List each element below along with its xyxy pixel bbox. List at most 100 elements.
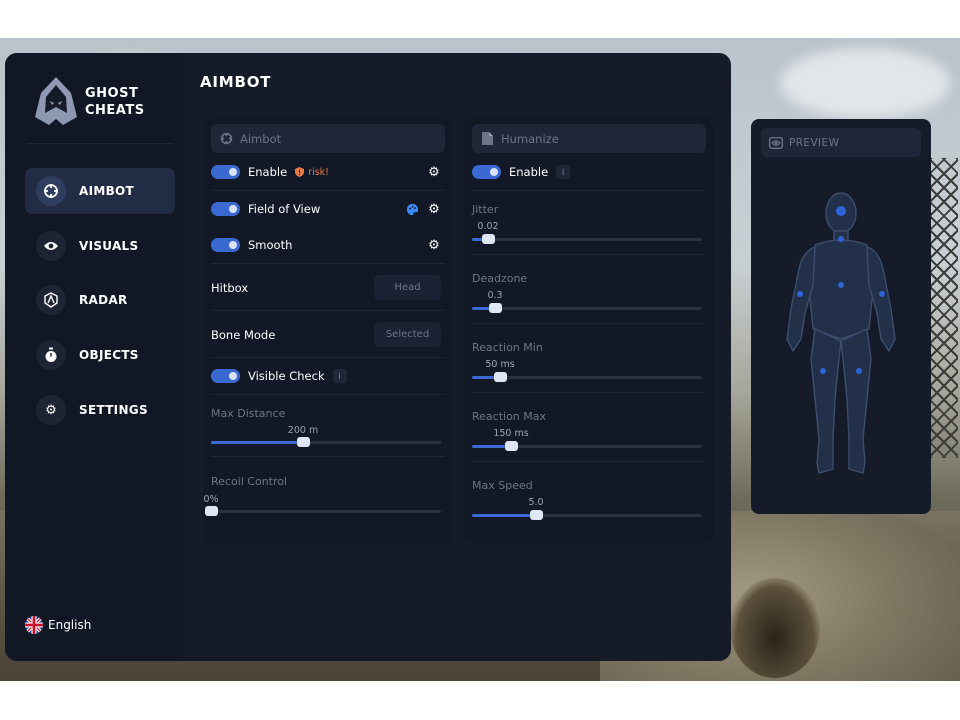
language-label: English xyxy=(48,618,92,632)
panel-title: Humanize xyxy=(501,131,559,146)
gear-icon: ⚙ xyxy=(36,395,66,425)
preview-panel: PREVIEW xyxy=(751,119,931,514)
ghost-hood-icon xyxy=(35,77,77,125)
smooth-toggle[interactable] xyxy=(211,238,240,252)
visible-check-row: Visible Check i xyxy=(211,369,445,383)
reaction-max-slider[interactable] xyxy=(472,441,702,451)
reaction-max-value: 150 ms xyxy=(493,428,529,439)
sidebar-item-label: AIMBOT xyxy=(79,184,135,198)
eye-icon xyxy=(36,231,66,261)
slider-thumb[interactable] xyxy=(297,437,310,447)
reaction-min-slider[interactable] xyxy=(472,372,702,382)
humanize-panel-header: Humanize xyxy=(472,124,706,153)
field-of-view-label: Field of View xyxy=(248,202,321,216)
row-divider xyxy=(472,190,706,191)
crosshair-icon xyxy=(219,132,233,146)
max-speed-slider[interactable] xyxy=(472,510,702,520)
panel-title: Aimbot xyxy=(240,131,282,146)
head-hitbox-point[interactable] xyxy=(836,206,846,216)
row-divider xyxy=(472,392,706,393)
max-distance-label: Max Distance xyxy=(211,407,286,420)
brand-line2: CHEATS xyxy=(85,103,145,118)
sidebar-item-objects[interactable]: OBJECTS xyxy=(25,332,175,378)
humanize-enable-row: Enable i xyxy=(472,165,706,179)
max-distance-slider[interactable] xyxy=(211,437,441,447)
slider-thumb[interactable] xyxy=(489,303,502,313)
aimbot-enable-toggle[interactable] xyxy=(211,165,240,179)
brand-logo: GHOST CHEATS xyxy=(33,75,183,131)
sidebar-item-label: RADAR xyxy=(79,293,128,307)
left-leg-hitbox-point[interactable] xyxy=(820,368,826,374)
bone-mode-label: Bone Mode xyxy=(211,327,276,342)
reaction-min-label: Reaction Min xyxy=(472,341,543,354)
risk-badge: risk! xyxy=(295,167,329,178)
fov-settings-gear-icon[interactable]: ⚙ xyxy=(427,202,441,217)
aimbot-panel-header: Aimbot xyxy=(211,124,445,153)
recoil-control-value: 0% xyxy=(203,494,219,505)
hitbox-select[interactable]: Head xyxy=(374,275,441,300)
deadzone-slider[interactable] xyxy=(472,303,702,313)
color-palette-icon[interactable] xyxy=(405,202,419,216)
slider-thumb[interactable] xyxy=(530,510,543,520)
row-divider xyxy=(211,263,445,264)
jitter-label: Jitter xyxy=(472,203,499,216)
humanize-enable-toggle[interactable] xyxy=(472,165,501,179)
row-divider xyxy=(211,357,445,358)
slider-thumb[interactable] xyxy=(205,506,218,516)
humanize-enable-label: Enable xyxy=(509,165,549,179)
document-icon xyxy=(480,132,494,146)
jitter-slider[interactable] xyxy=(472,234,702,244)
visible-check-label: Visible Check xyxy=(248,369,325,383)
brand-name: GHOST CHEATS xyxy=(85,85,145,119)
shield-warning-icon xyxy=(295,167,305,177)
sidebar-item-visuals[interactable]: VISUALS xyxy=(25,223,175,269)
right-leg-hitbox-point[interactable] xyxy=(856,368,862,374)
main-window: GHOST CHEATS AIMBOT VISUALS RADAR OBJECT… xyxy=(5,53,731,661)
enable-settings-gear-icon[interactable]: ⚙ xyxy=(427,165,441,180)
eye-frame-icon xyxy=(769,136,783,149)
field-of-view-toggle[interactable] xyxy=(211,202,240,216)
sidebar-item-label: OBJECTS xyxy=(79,348,139,362)
row-divider xyxy=(472,461,706,462)
bone-mode-select[interactable]: Selected xyxy=(374,322,441,347)
sidebar-item-settings[interactable]: ⚙ SETTINGS xyxy=(25,387,175,433)
info-icon[interactable]: i xyxy=(556,165,571,179)
radar-icon xyxy=(36,285,66,315)
uk-flag-icon xyxy=(25,616,43,634)
chest-hitbox-point[interactable] xyxy=(838,282,844,288)
slider-thumb[interactable] xyxy=(505,441,518,451)
sidebar-item-aimbot[interactable]: AIMBOT xyxy=(25,168,175,214)
stopwatch-icon xyxy=(36,340,66,370)
slider-thumb[interactable] xyxy=(494,372,507,382)
deadzone-value: 0.3 xyxy=(487,290,503,301)
sidebar-item-label: VISUALS xyxy=(79,239,139,253)
deadzone-label: Deadzone xyxy=(472,272,528,285)
row-divider xyxy=(211,394,445,395)
row-divider xyxy=(211,190,445,191)
slider-fill xyxy=(472,514,536,517)
right-arm-hitbox-point[interactable] xyxy=(879,291,885,297)
crosshair-icon xyxy=(36,176,66,206)
jitter-value: 0.02 xyxy=(477,221,499,232)
visible-check-toggle[interactable] xyxy=(211,369,240,383)
info-icon[interactable]: i xyxy=(332,369,347,383)
language-selector[interactable]: English xyxy=(25,616,91,634)
page-title: AIMBOT xyxy=(200,73,272,91)
aimbot-enable-row: Enable risk! ⚙ xyxy=(211,165,445,180)
aimbot-enable-label: Enable xyxy=(248,165,288,179)
recoil-control-label: Recoil Control xyxy=(211,475,288,488)
row-divider xyxy=(211,456,445,457)
slider-fill xyxy=(211,441,303,444)
max-speed-label: Max Speed xyxy=(472,479,533,492)
aimbot-panel: Aimbot Enable risk! ⚙ Field of View ⚙ Sm… xyxy=(203,117,453,543)
neck-hitbox-point[interactable] xyxy=(838,236,844,242)
smooth-label: Smooth xyxy=(248,238,293,252)
smooth-settings-gear-icon[interactable]: ⚙ xyxy=(427,238,441,253)
risk-label: risk! xyxy=(308,166,329,178)
sidebar-item-radar[interactable]: RADAR xyxy=(25,277,175,323)
reaction-min-value: 50 ms xyxy=(485,359,515,370)
preview-title: PREVIEW xyxy=(789,136,840,149)
left-arm-hitbox-point[interactable] xyxy=(797,291,803,297)
recoil-control-slider[interactable] xyxy=(205,506,441,516)
slider-thumb[interactable] xyxy=(482,234,495,244)
